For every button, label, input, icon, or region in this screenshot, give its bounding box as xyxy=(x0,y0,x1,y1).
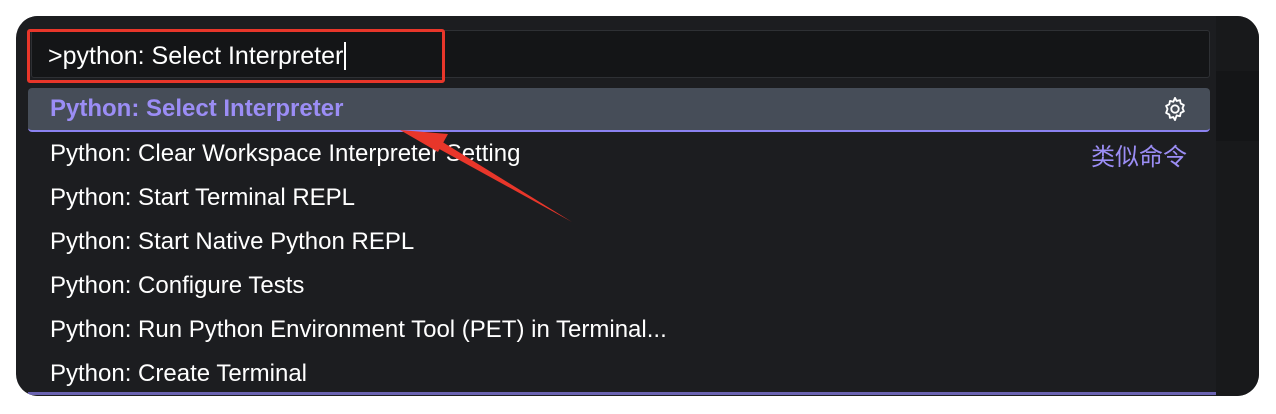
command-item-label: Python: Start Native Python REPL xyxy=(50,228,415,255)
command-item-label: Python: Configure Tests xyxy=(50,272,305,299)
command-item-start-native-python-repl[interactable]: Python: Start Native Python REPL xyxy=(22,220,1213,264)
command-item-start-terminal-repl[interactable]: Python: Start Terminal REPL xyxy=(22,176,1213,220)
editor-background-strip xyxy=(1216,16,1259,396)
gear-icon[interactable] xyxy=(1160,94,1190,124)
list-bottom-divider xyxy=(28,392,1219,395)
command-item-clear-workspace-interpreter[interactable]: Python: Clear Workspace Interpreter Sett… xyxy=(22,132,1213,176)
command-item-select-interpreter[interactable]: Python: Select Interpreter xyxy=(28,88,1210,132)
input-highlight-annotation xyxy=(27,29,445,83)
command-item-create-terminal[interactable]: Python: Create Terminal xyxy=(22,352,1213,396)
command-item-run-pet-in-terminal[interactable]: Python: Run Python Environment Tool (PET… xyxy=(22,308,1213,352)
command-item-label: Python: Run Python Environment Tool (PET… xyxy=(50,316,667,343)
command-list: Python: Select Interpreter Python: Clear… xyxy=(22,88,1213,396)
command-item-configure-tests[interactable]: Python: Configure Tests xyxy=(22,264,1213,308)
command-item-label: Python: Start Terminal REPL xyxy=(50,184,356,211)
command-item-label: Python: Create Terminal xyxy=(50,360,308,387)
similar-commands-badge: 类似命令 xyxy=(1091,142,1187,171)
command-item-label: Python: Select Interpreter xyxy=(50,95,344,122)
command-item-label: Python: Clear Workspace Interpreter Sett… xyxy=(50,140,521,167)
editor-background-panel xyxy=(1216,71,1259,141)
